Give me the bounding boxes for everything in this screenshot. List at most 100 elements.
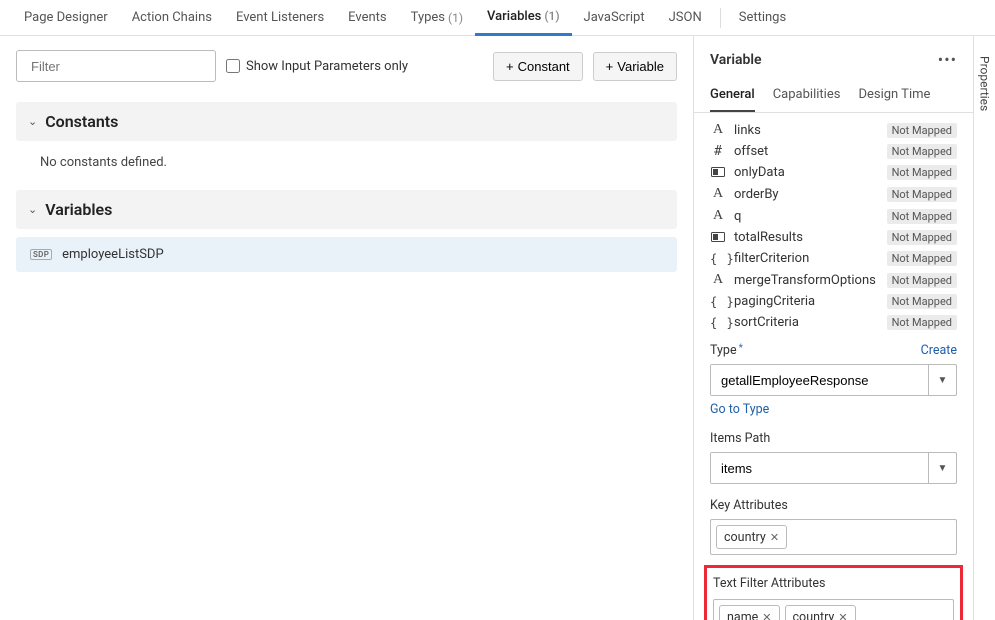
chip[interactable]: name ✕ xyxy=(719,605,780,620)
type-icon: { } xyxy=(710,295,726,309)
items-path-group: Items Path ▼ xyxy=(694,421,973,488)
subtab-capabilities[interactable]: Capabilities xyxy=(773,79,841,112)
variable-item[interactable]: SDP employeeListSDP xyxy=(16,237,677,272)
more-menu-icon[interactable]: ••• xyxy=(938,50,957,69)
not-mapped-badge: Not Mapped xyxy=(887,209,957,224)
prop-name: pagingCriteria xyxy=(734,294,879,309)
chip-label: name xyxy=(727,610,758,620)
tab-events[interactable]: Events xyxy=(336,0,398,36)
remove-chip-icon[interactable]: ✕ xyxy=(770,531,779,544)
type-label: Type xyxy=(710,343,737,358)
remove-chip-icon[interactable]: ✕ xyxy=(762,611,771,620)
filter-input[interactable] xyxy=(31,59,207,74)
type-icon: # xyxy=(710,144,726,159)
not-mapped-badge: Not Mapped xyxy=(887,123,957,138)
toolbar: Show Input Parameters only + Constant + … xyxy=(16,50,677,82)
prop-row[interactable]: { } pagingCriteria Not Mapped xyxy=(694,291,973,312)
type-icon xyxy=(710,166,726,180)
prop-row[interactable]: { }sortCriteriaNot Mapped xyxy=(694,312,973,333)
tab-settings[interactable]: Settings xyxy=(727,0,798,36)
panel-title: Variable xyxy=(710,52,762,68)
prop-row[interactable]: onlyData Not Mapped xyxy=(694,162,973,183)
items-path-select[interactable]: ▼ xyxy=(710,452,957,484)
tab-separator xyxy=(720,8,721,28)
go-to-type-link[interactable]: Go to Type xyxy=(710,402,957,417)
key-attributes-group: Key Attributes country ✕ xyxy=(694,488,973,559)
not-mapped-badge: Not Mapped xyxy=(887,251,957,266)
type-icon: A xyxy=(710,272,726,288)
tab-javascript[interactable]: JavaScript xyxy=(572,0,657,36)
not-mapped-badge: Not Mapped xyxy=(887,294,957,309)
tab-action-chains[interactable]: Action Chains xyxy=(120,0,224,36)
tab-types[interactable]: Types(1) xyxy=(399,0,475,36)
left-panel: Show Input Parameters only + Constant + … xyxy=(0,36,693,620)
add-variable-button[interactable]: + Variable xyxy=(593,52,677,81)
remove-chip-icon[interactable]: ✕ xyxy=(838,611,847,620)
tab-page-designer[interactable]: Page Designer xyxy=(12,0,120,36)
subtab-design-time[interactable]: Design Time xyxy=(858,79,930,112)
chevron-down-icon[interactable]: ▼ xyxy=(928,453,956,483)
prop-name: q xyxy=(734,209,879,224)
show-input-params-label: Show Input Parameters only xyxy=(246,59,408,74)
panel-subtabs: General Capabilities Design Time xyxy=(694,79,973,113)
plus-icon: + xyxy=(506,59,514,74)
props-scroll[interactable]: AlinksNot Mapped#offsetNot MappedonlyDat… xyxy=(694,113,973,620)
prop-row[interactable]: totalResults Not Mapped xyxy=(694,227,973,248)
chevron-down-icon: ⌄ xyxy=(28,115,37,128)
items-path-label: Items Path xyxy=(710,431,770,446)
side-tab-label: Properties xyxy=(978,56,992,111)
text-filter-input[interactable]: name✕country✕ xyxy=(713,599,954,620)
prop-name: orderBy xyxy=(734,187,879,202)
type-input[interactable] xyxy=(711,365,928,395)
chip-label: country xyxy=(793,610,835,620)
variable-type-badge: SDP xyxy=(30,249,52,260)
prop-name: filterCriterion xyxy=(734,251,879,266)
constants-title: Constants xyxy=(45,112,118,131)
prop-row[interactable]: #offsetNot Mapped xyxy=(694,141,973,162)
type-icon xyxy=(710,231,726,245)
variables-header[interactable]: ⌄ Variables xyxy=(16,190,677,229)
type-select[interactable]: ▼ xyxy=(710,364,957,396)
tab-variables[interactable]: Variables(1) xyxy=(475,0,571,36)
not-mapped-badge: Not Mapped xyxy=(887,230,957,245)
prop-name: totalResults xyxy=(734,230,879,245)
text-filter-highlight: Text Filter Attributes name✕country✕ xyxy=(704,565,963,620)
key-attributes-input[interactable]: country ✕ xyxy=(710,519,957,555)
constants-header[interactable]: ⌄ Constants xyxy=(16,102,677,141)
create-type-link[interactable]: Create xyxy=(921,343,957,358)
properties-panel: Variable ••• General Capabilities Design… xyxy=(693,36,973,620)
add-constant-button[interactable]: + Constant xyxy=(493,52,583,81)
tab-event-listeners[interactable]: Event Listeners xyxy=(224,0,336,36)
not-mapped-badge: Not Mapped xyxy=(887,273,957,288)
prop-row[interactable]: AlinksNot Mapped xyxy=(694,119,973,141)
show-input-params-input[interactable] xyxy=(226,59,240,73)
type-group: Type* Create ▼ Go to Type xyxy=(694,333,973,421)
prop-name: links xyxy=(734,123,879,138)
subtab-general[interactable]: General xyxy=(710,79,755,112)
filter-input-wrap[interactable] xyxy=(16,50,216,82)
key-attributes-label: Key Attributes xyxy=(710,498,788,513)
variable-name: employeeListSDP xyxy=(62,247,164,262)
chip[interactable]: country✕ xyxy=(785,605,856,620)
chip-label: country xyxy=(724,530,766,545)
prop-name: onlyData xyxy=(734,165,879,180)
tab-json[interactable]: JSON xyxy=(657,0,714,36)
show-input-params-checkbox[interactable]: Show Input Parameters only xyxy=(226,59,408,74)
prop-row[interactable]: { } filterCriterion Not Mapped xyxy=(694,248,973,269)
constants-body: No constants defined. xyxy=(16,149,677,190)
side-tab-properties[interactable]: Properties xyxy=(973,36,995,620)
chevron-down-icon[interactable]: ▼ xyxy=(928,365,956,395)
not-mapped-badge: Not Mapped xyxy=(887,165,957,180)
not-mapped-badge: Not Mapped xyxy=(887,144,957,159)
prop-row[interactable]: AqNot Mapped xyxy=(694,205,973,227)
type-icon: A xyxy=(710,186,726,202)
prop-row[interactable]: AorderBy Not Mapped xyxy=(694,183,973,205)
panel-header: Variable ••• xyxy=(694,36,973,79)
variables-title: Variables xyxy=(45,200,112,219)
items-path-input[interactable] xyxy=(711,453,928,483)
prop-row[interactable]: AmergeTransformOptionsNot Mapped xyxy=(694,269,973,291)
prop-name: sortCriteria xyxy=(734,315,879,330)
not-mapped-badge: Not Mapped xyxy=(887,187,957,202)
type-icon: { } xyxy=(710,252,726,266)
chip[interactable]: country ✕ xyxy=(716,525,787,549)
